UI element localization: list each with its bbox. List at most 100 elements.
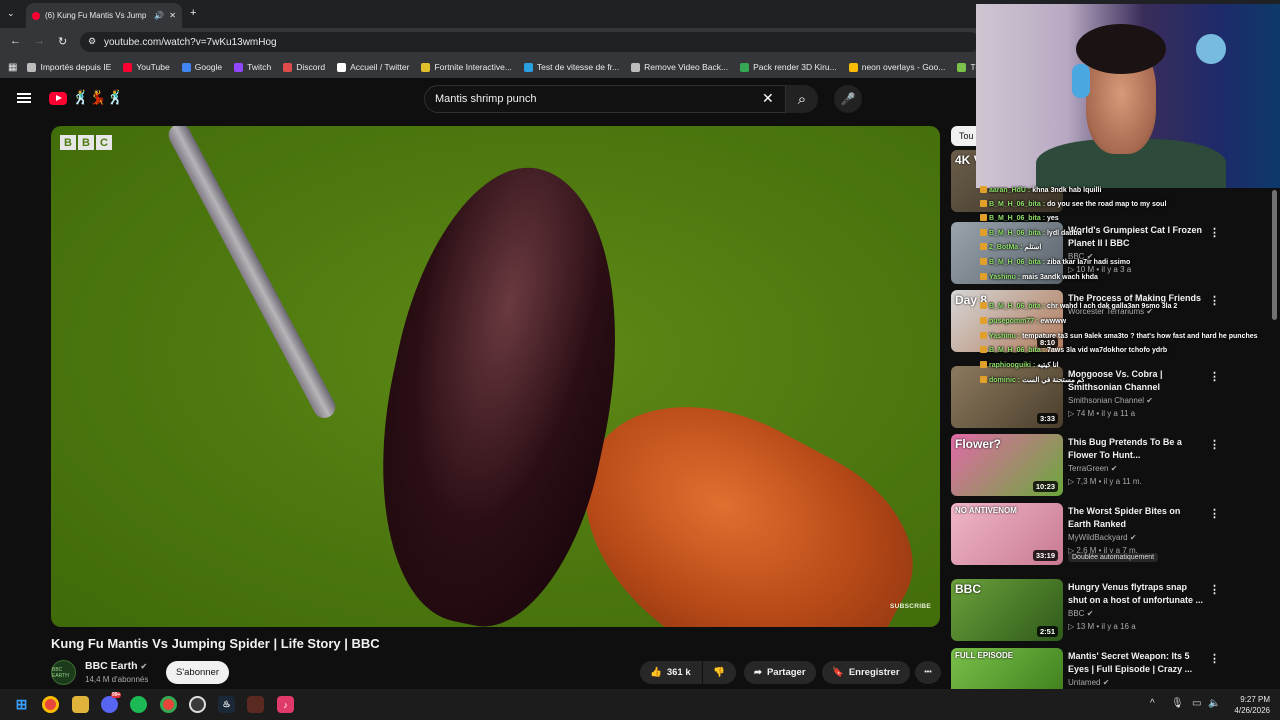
recommended-video[interactable]: Flower? 10:23 This Bug Pretends To Be a Fl…: [951, 434, 1251, 498]
site-info-icon[interactable]: ⚙: [88, 36, 96, 47]
chat-message: B_M_H_06_bita : ziba tkar la7ir hadi ssi…: [980, 258, 1130, 266]
share-button[interactable]: ➦ Partager: [744, 661, 816, 684]
forward-arrow-icon[interactable]: →: [34, 35, 45, 47]
bookmark-item[interactable]: Google: [181, 62, 223, 72]
menu-icon[interactable]: [17, 93, 31, 103]
video-player[interactable]: B B C SUBSCRIBE: [51, 126, 940, 627]
bookmark-item[interactable]: YouTube: [123, 62, 170, 72]
video-thumbnail[interactable]: NO ANTIVENOM 33:19: [951, 503, 1063, 565]
more-options-icon[interactable]: ⋮: [1209, 583, 1220, 596]
verified-icon: ✔: [1129, 533, 1137, 542]
chrome-profile-icon[interactable]: [160, 696, 177, 713]
search-query: Mantis shrimp punch: [435, 93, 537, 105]
subscribe-watermark[interactable]: SUBSCRIBE: [890, 603, 931, 610]
volume-icon[interactable]: 🔈: [1208, 698, 1220, 709]
obs-icon[interactable]: [189, 696, 206, 713]
bbc-letter: C: [96, 135, 112, 150]
headset-shape: [1072, 64, 1090, 98]
bookmark-label: Twitch: [247, 62, 272, 72]
channel-name[interactable]: TerraGreen ✔: [1068, 464, 1117, 473]
bookmark-item[interactable]: Pack render 3D Kiru...: [740, 62, 837, 72]
channel-name[interactable]: Smithsonian Channel ✔: [1068, 396, 1153, 405]
clock-time: 9:27 PM: [1240, 695, 1270, 704]
windows-start-icon[interactable]: ⊞: [13, 696, 30, 713]
chat-text: tempature ta3 sun 9alek sma3to ? that's …: [1022, 333, 1258, 340]
url-field[interactable]: ⚙ youtube.com/watch?v=7wKu13wmHog: [80, 32, 980, 52]
channel-name[interactable]: MyWildBackyard ✔: [1068, 533, 1137, 542]
voice-search-button[interactable]: 🎤: [834, 85, 862, 113]
chat-badge-icon: [980, 186, 987, 193]
sidebar-scrollbar[interactable]: [1272, 190, 1277, 320]
spotify-icon[interactable]: [130, 696, 147, 713]
chat-message: B_M_H_06_bita : lydl dadba: [980, 229, 1082, 237]
more-actions-button[interactable]: •••: [915, 661, 941, 684]
bookmark-item[interactable]: Remove Video Back...: [631, 62, 728, 72]
video-title[interactable]: The Worst Spider Bites on Earth Ranked: [1068, 505, 1203, 531]
video-title[interactable]: This Bug Pretends To Be a Flower To Hunt…: [1068, 436, 1203, 462]
tray-chevron-icon[interactable]: ^: [1150, 698, 1155, 709]
browser-tab-active[interactable]: (6) Kung Fu Mantis Vs Jump 🔊 ✕: [26, 3, 182, 28]
search-button[interactable]: ⌕: [786, 85, 818, 113]
clear-search-icon[interactable]: ✕: [762, 90, 774, 107]
recommended-video[interactable]: BBC 2:51 Hungry Venus flytraps snap shut o…: [951, 579, 1251, 643]
bookmark-item[interactable]: neon overlays - Goo...: [848, 62, 945, 72]
dislike-button[interactable]: 👎: [703, 661, 736, 684]
reload-icon[interactable]: ↻: [58, 35, 67, 48]
youtube-logo-icon[interactable]: [49, 92, 67, 105]
back-arrow-icon[interactable]: ←: [10, 35, 21, 47]
channel-avatar[interactable]: BBC EARTH: [51, 660, 76, 685]
chat-text: انا كيتيه: [1037, 362, 1059, 369]
display-tray-icon[interactable]: ▭: [1192, 698, 1201, 709]
new-tab-button[interactable]: +: [190, 7, 196, 19]
doodle-dancers-icon[interactable]: 🕺💃🕺: [72, 89, 124, 106]
chat-badge-icon: [980, 346, 987, 353]
more-options-icon[interactable]: ⋮: [1209, 652, 1220, 665]
discord-icon[interactable]: 99+: [101, 692, 122, 713]
system-clock[interactable]: 9:27 PM 4/26/2026: [1226, 694, 1270, 716]
bookmark-item[interactable]: Discord: [283, 62, 325, 72]
apps-grid-icon[interactable]: ▦: [8, 62, 17, 73]
video-title[interactable]: World's Grumpiest Cat I Frozen Planet II…: [1068, 224, 1203, 250]
channel-name-text: TerraGreen: [1068, 464, 1109, 473]
like-count: 361 k: [666, 667, 691, 678]
chat-message: aaran_HdU : khna 3ndk hab lquilli: [980, 186, 1101, 194]
bookmark-item[interactable]: Accueil / Twitter: [337, 62, 409, 72]
video-title[interactable]: Hungry Venus flytraps snap shut on a hos…: [1068, 581, 1203, 607]
channel-name[interactable]: BBC Earth ✔: [85, 660, 147, 672]
play-icon: ▷: [1068, 622, 1075, 631]
more-options-icon[interactable]: ⋮: [1209, 438, 1220, 451]
bookmark-label: YouTube: [136, 62, 170, 72]
bookmark-item[interactable]: Test de vitesse de fr...: [523, 62, 619, 72]
more-options-icon[interactable]: ⋮: [1209, 226, 1220, 239]
recommended-video[interactable]: NO ANTIVENOM 33:19 The Worst Spider Bites …: [951, 503, 1251, 567]
bookmark-favicon-icon: [523, 62, 533, 72]
audio-playing-icon[interactable]: 🔊: [154, 11, 164, 20]
video-thumbnail[interactable]: BBC 2:51: [951, 579, 1063, 641]
search-icon: ⌕: [797, 90, 807, 108]
bookmark-item[interactable]: Importés depuis IE: [27, 62, 111, 72]
steam-icon[interactable]: ♨: [218, 696, 235, 713]
tab-list-chevron-icon[interactable]: ⌄: [7, 8, 15, 19]
like-button[interactable]: 👍 361 k: [640, 661, 702, 684]
more-options-icon[interactable]: ⋮: [1209, 507, 1220, 520]
video-thumbnail[interactable]: Flower? 10:23: [951, 434, 1063, 496]
file-explorer-icon[interactable]: [72, 696, 89, 713]
tiktok-icon[interactable]: ♪: [277, 696, 294, 713]
microphone-tray-icon[interactable]: 🎙: [1171, 698, 1184, 709]
chat-badge-icon: [980, 361, 987, 368]
video-title[interactable]: Mongoose Vs. Cobra | Smithsonian Channel: [1068, 368, 1203, 394]
more-options-icon[interactable]: ⋮: [1209, 294, 1220, 307]
close-tab-icon[interactable]: ✕: [169, 11, 176, 20]
game-launcher-icon[interactable]: [247, 696, 264, 713]
bookmark-item[interactable]: Twitch: [234, 62, 271, 72]
video-title[interactable]: Mantis' Secret Weapon: Its 5 Eyes | Full…: [1068, 650, 1203, 676]
bookmark-label: Google: [194, 62, 223, 72]
bookmark-item[interactable]: Fortnite Interactive...: [421, 62, 512, 72]
channel-name[interactable]: BBC ✔: [1068, 609, 1093, 618]
chrome-icon[interactable]: [42, 696, 59, 713]
save-button[interactable]: 🔖 Enregistrer: [822, 661, 910, 684]
more-options-icon[interactable]: ⋮: [1209, 370, 1220, 383]
channel-name[interactable]: Untamed ✔: [1068, 678, 1109, 687]
search-input[interactable]: Mantis shrimp punch: [424, 85, 786, 113]
subscribe-button[interactable]: S'abonner: [166, 661, 229, 684]
